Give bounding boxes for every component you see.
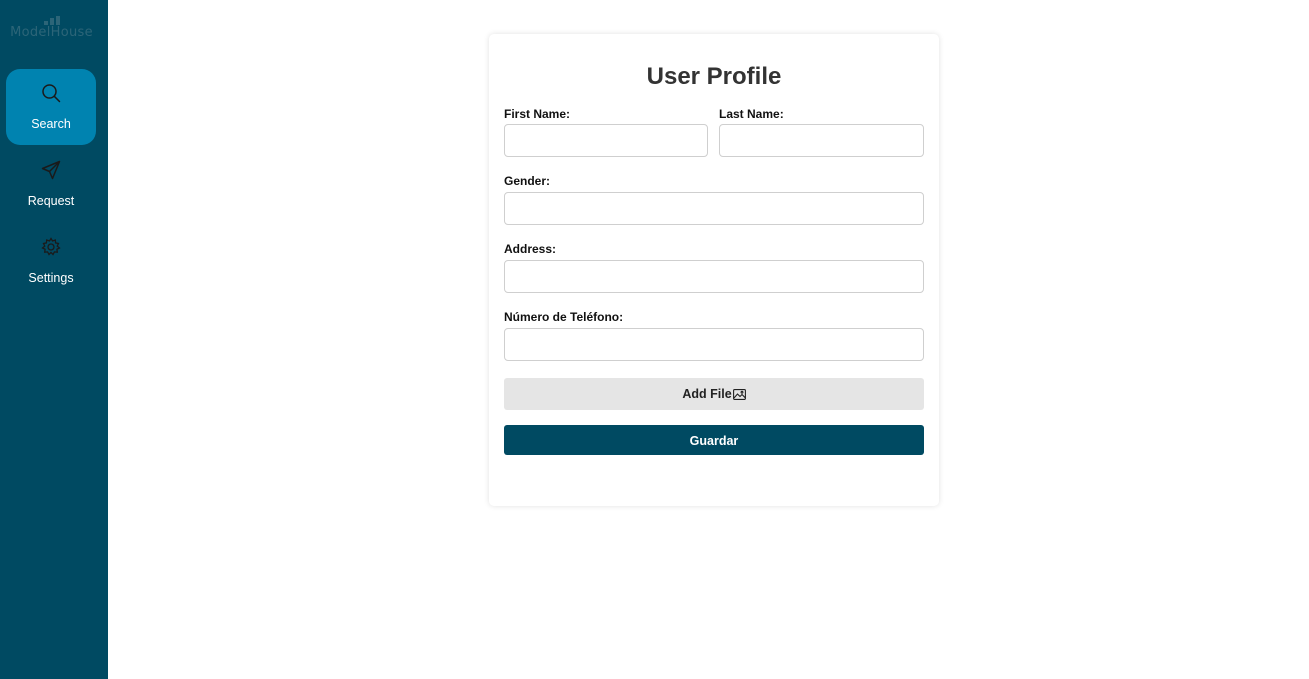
first-name-field[interactable] bbox=[504, 124, 708, 157]
last-name-field[interactable] bbox=[719, 124, 924, 157]
first-name-label: First Name: bbox=[504, 107, 571, 121]
logo-text: ModelHouse bbox=[10, 25, 93, 40]
search-icon bbox=[42, 84, 61, 103]
gender-field[interactable] bbox=[504, 192, 924, 225]
sidebar-item-settings[interactable]: Settings bbox=[6, 223, 96, 299]
send-icon bbox=[41, 160, 61, 180]
sidebar-item-label: Settings bbox=[28, 271, 74, 285]
sidebar-item-label: Search bbox=[31, 117, 71, 131]
app-logo[interactable]: ModelHouse bbox=[0, 16, 103, 40]
image-icon bbox=[732, 389, 746, 400]
add-file-button[interactable]: Add File bbox=[504, 378, 924, 410]
page-title: User Profile bbox=[646, 63, 782, 90]
phone-label: Número de Teléfono: bbox=[504, 310, 624, 324]
gear-icon bbox=[41, 237, 61, 256]
last-name-label: Last Name: bbox=[719, 107, 784, 121]
sidebar-item-request[interactable]: Request bbox=[6, 146, 96, 222]
address-label: Address: bbox=[504, 242, 557, 256]
sidebar: ModelHouse Search Request Settings bbox=[0, 0, 108, 679]
sidebar-item-search[interactable]: Search bbox=[6, 69, 96, 145]
phone-field[interactable] bbox=[504, 328, 924, 361]
sidebar-item-label: Request bbox=[27, 194, 75, 208]
address-field[interactable] bbox=[504, 260, 924, 293]
save-button[interactable]: Guardar bbox=[504, 425, 924, 455]
user-profile-card: User Profile First Name: Last Name: Gend… bbox=[489, 34, 939, 506]
gender-label: Gender: bbox=[504, 174, 551, 188]
add-file-label: Add File bbox=[682, 387, 732, 401]
